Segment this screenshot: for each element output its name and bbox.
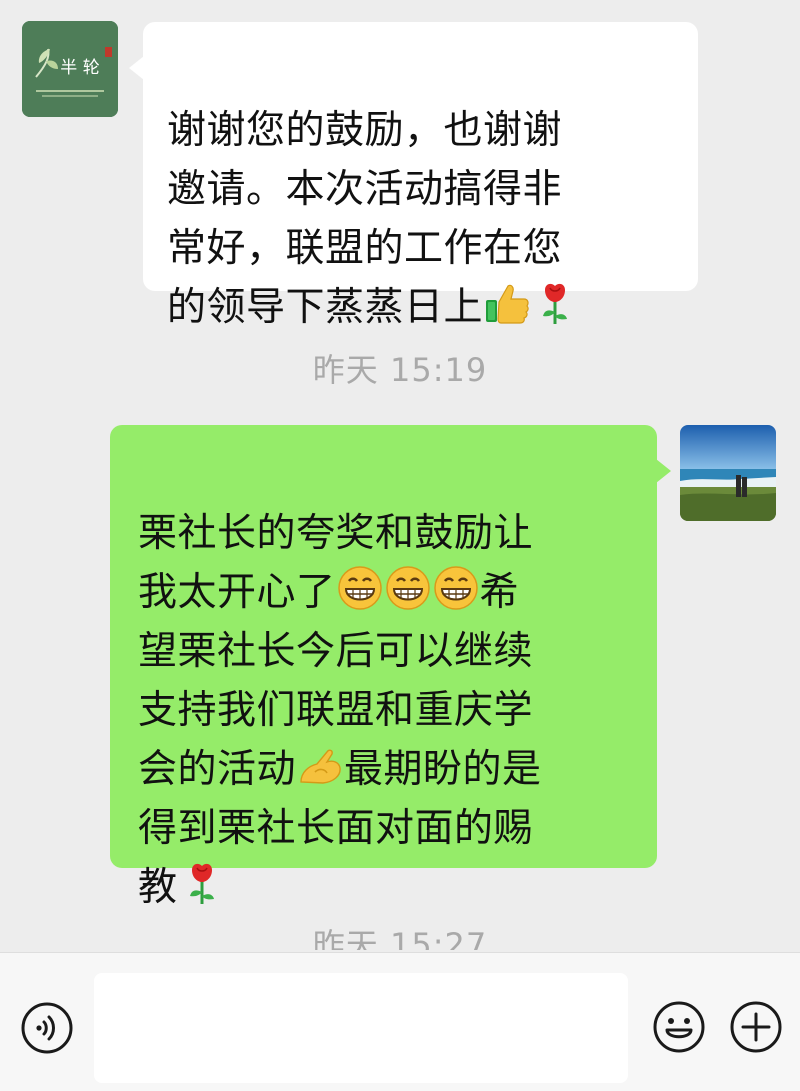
rose-icon <box>189 863 214 904</box>
voice-button[interactable] <box>20 1001 74 1055</box>
message-bubble-received[interactable]: 谢谢您的鼓励，也谢谢 邀请。本次活动搞得非 常好，联盟的工作在您 的领导下蒸蒸日… <box>129 22 698 330</box>
thumbs-up-icon <box>486 284 529 324</box>
grin-icon <box>433 566 478 610</box>
rose-icon <box>543 283 568 324</box>
voice-icon <box>21 1002 73 1054</box>
timestamp: 昨天 15:27 <box>312 926 488 950</box>
smiley-icon <box>653 1001 705 1053</box>
ok-hand-icon <box>300 749 341 784</box>
more-button[interactable] <box>728 999 784 1055</box>
contact-avatar[interactable]: 半 轮 <box>22 21 118 117</box>
message-input[interactable] <box>94 973 628 1083</box>
message-bubble-sent[interactable]: 栗社长的夸奖和鼓励让 我太开心了 希 望栗社长今后可以继续 支持我们联盟和重庆学… <box>110 425 671 910</box>
grin-icon <box>337 566 382 610</box>
avatar-logo-text: 半 轮 <box>60 58 99 78</box>
emoji-button[interactable] <box>651 999 707 1055</box>
chat-area[interactable]: 半 轮 谢谢您的鼓励，也谢谢 邀请。本次活动搞得非 常好，联盟的工作在您 的领导… <box>0 0 800 950</box>
grin-icon <box>385 566 430 610</box>
self-avatar[interactable] <box>680 425 776 521</box>
timestamp: 昨天 15:19 <box>312 351 488 389</box>
plus-icon <box>730 1001 782 1053</box>
